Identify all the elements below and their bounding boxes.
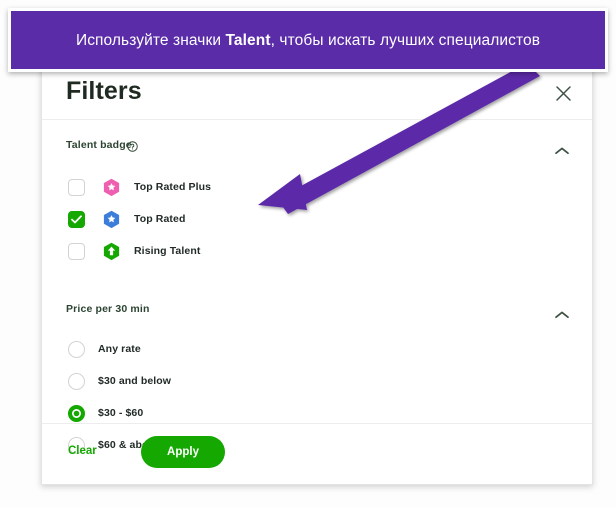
checkbox-top-rated[interactable] [68,210,85,228]
instruction-banner: Используйте значки Talent, чтобы искать … [8,8,608,72]
checkbox-label-top-rated: Top Rated [134,213,186,225]
section-talent-badge: Talent badge Top Rated Plus Top Rated Ri… [42,131,592,267]
page-title: Filters [66,77,142,105]
radio-row-any-rate[interactable]: Any rate [42,333,592,365]
radio-label-30-and-below: $30 and below [98,375,172,387]
radio-30-to-60[interactable] [68,404,85,422]
close-icon[interactable] [550,80,576,106]
checkbox-label-top-rated-plus: Top Rated Plus [134,181,212,193]
checkbox-rising-talent[interactable] [68,242,85,260]
checkbox-top-rated-plus[interactable] [68,178,85,196]
filters-header: Filters [42,66,592,120]
help-circle-icon[interactable] [127,139,138,152]
screenshot-stage: Filters Talent badge Top Rated Plus Top … [0,0,616,508]
section-title-price: Price per 30 min [66,303,150,315]
banner-text-before: Используйте значки [75,31,226,49]
banner-text-bold: Talent [225,31,271,49]
clear-button[interactable]: Clear [68,445,97,457]
radio-any-rate[interactable] [68,340,85,358]
checkbox-row-rising-talent[interactable]: Rising Talent [42,235,592,267]
filters-panel: Filters Talent badge Top Rated Plus Top … [41,65,593,485]
checkbox-label-rising-talent: Rising Talent [134,245,201,257]
radio-label-30-to-60: $30 - $60 [98,407,144,419]
apply-button[interactable]: Apply [141,436,225,468]
section-header-talent-badge: Talent badge [42,131,592,165]
checkbox-row-top-rated[interactable]: Top Rated [42,203,592,235]
chevron-up-icon-price[interactable] [554,307,570,319]
section-header-price: Price per 30 min [42,295,592,329]
filters-footer: Clear Apply [42,423,592,484]
section-title-talent-badge: Talent badge [66,139,132,151]
chevron-up-icon-talent-badge[interactable] [554,143,570,155]
top-rated-plus-badge-icon [103,178,120,197]
top-rated-badge-icon [103,210,120,229]
banner-text-after: , чтобы искать лучших специалистов [270,31,541,49]
rising-talent-badge-icon [103,242,120,261]
radio-30-and-below[interactable] [68,372,85,390]
radio-row-30-and-below[interactable]: $30 and below [42,365,592,397]
radio-label-any-rate: Any rate [98,343,141,355]
instruction-banner-text: Используйте значки Talent, чтобы искать … [62,30,554,51]
checkbox-row-top-rated-plus[interactable]: Top Rated Plus [42,171,592,203]
